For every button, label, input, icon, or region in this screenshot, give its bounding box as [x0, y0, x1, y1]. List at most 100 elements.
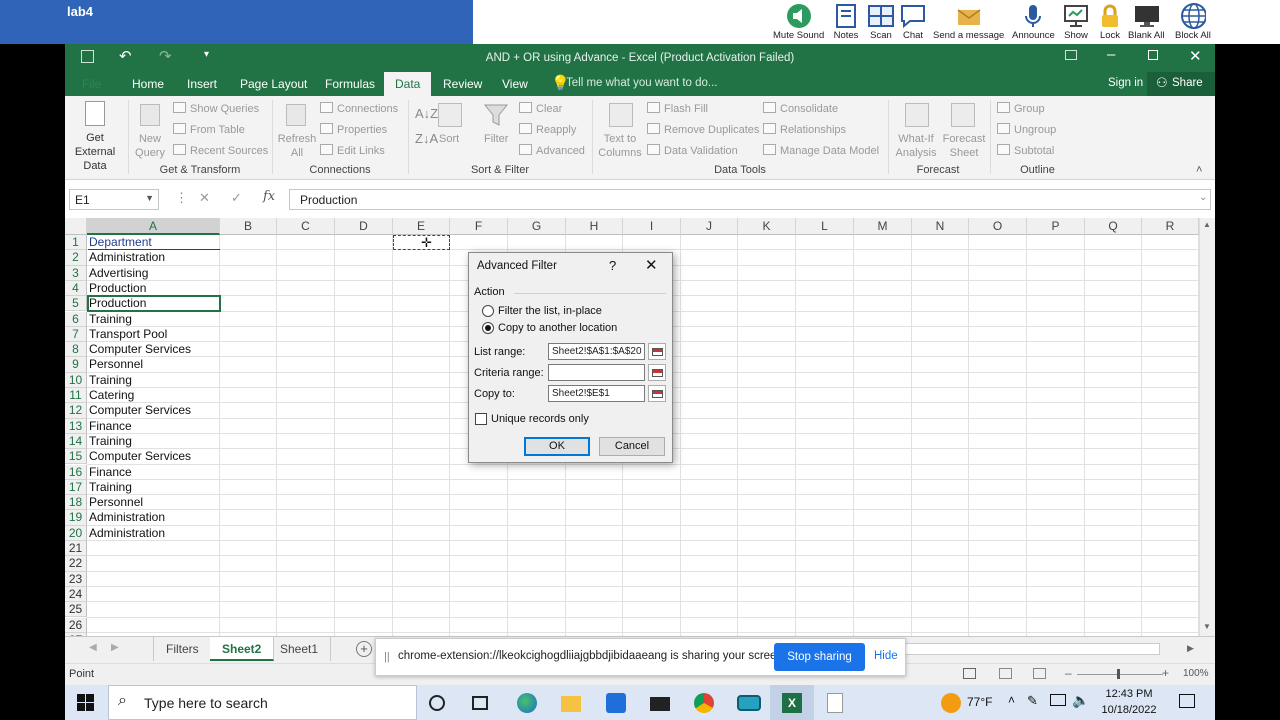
cell-a7[interactable]: Transport Pool	[88, 327, 220, 342]
zoom-thumb[interactable]	[1117, 669, 1120, 679]
sort-za-icon[interactable]: Z↓A	[415, 131, 438, 146]
close-icon[interactable]: ✕	[1189, 47, 1202, 65]
store-icon[interactable]	[606, 693, 626, 713]
cell-a13[interactable]: Finance	[88, 419, 220, 434]
lock-button[interactable]: Lock	[1097, 2, 1123, 41]
sheet-prev-icon[interactable]: ◀	[89, 642, 97, 653]
recent-sources-button[interactable]: Recent Sources	[173, 144, 268, 157]
sheet-tab-sheet1[interactable]: Sheet1	[268, 637, 332, 661]
unique-records-checkbox[interactable]	[475, 413, 487, 425]
page-layout-view-icon[interactable]	[999, 668, 1012, 679]
tab-data[interactable]: Data	[384, 72, 432, 96]
pen-icon[interactable]: ✎	[1027, 693, 1038, 709]
column-header-m[interactable]: M	[854, 218, 912, 235]
properties-button[interactable]: Properties	[320, 123, 387, 136]
copy-to-location-label[interactable]: Copy to another location	[498, 322, 617, 334]
select-all-corner[interactable]	[65, 218, 87, 235]
remote-app-icon[interactable]	[737, 695, 761, 711]
manage-data-model-button[interactable]: Manage Data Model	[763, 144, 879, 157]
restore-icon[interactable]	[1148, 50, 1158, 60]
row-header-26[interactable]: 26	[65, 617, 87, 633]
radio-filter-in-place[interactable]	[482, 305, 494, 317]
enter-icon[interactable]: ✓	[231, 190, 242, 206]
tell-me-box[interactable]: Tell me what you want to do...	[566, 77, 718, 89]
tab-insert[interactable]: Insert	[187, 77, 217, 91]
clock-date[interactable]: 10/18/2022	[1099, 704, 1159, 716]
row-header-12[interactable]: 12	[65, 403, 87, 419]
cell-a3[interactable]: Advertising	[88, 266, 220, 281]
add-sheet-icon[interactable]: +	[356, 641, 372, 657]
column-header-a[interactable]: A	[87, 218, 220, 235]
cell-a6[interactable]: Training	[88, 312, 220, 327]
zoom-level[interactable]: 100%	[1183, 668, 1209, 679]
criteria-range-input[interactable]	[548, 364, 645, 381]
windows-start-icon[interactable]	[77, 694, 97, 714]
selected-cell-a5[interactable]	[87, 295, 221, 313]
tab-review[interactable]: Review	[443, 77, 482, 91]
chat-button[interactable]: Chat	[900, 2, 926, 41]
notes-button[interactable]: Notes	[833, 2, 859, 41]
relationships-button[interactable]: Relationships	[763, 123, 846, 136]
page-break-view-icon[interactable]	[1033, 668, 1046, 679]
list-range-collapse-button[interactable]	[648, 343, 666, 360]
what-if-analysis-button[interactable]: What-If Analysis	[891, 132, 941, 160]
normal-view-icon[interactable]	[963, 668, 976, 679]
ok-button[interactable]: OK	[524, 437, 590, 456]
clock-time[interactable]: 12:43 PM	[1099, 688, 1159, 700]
forecast-sheet-button[interactable]: Forecast Sheet	[941, 132, 987, 160]
column-header-b[interactable]: B	[220, 218, 277, 235]
new-query-button[interactable]: New Query	[130, 132, 170, 160]
row-header-18[interactable]: 18	[65, 495, 87, 511]
clear-button[interactable]: Clear	[519, 102, 562, 115]
row-header-6[interactable]: 6	[65, 311, 87, 327]
taskbar-search-box[interactable]: Type here to search	[108, 685, 417, 720]
tab-home[interactable]: Home	[132, 77, 164, 91]
cell-a14[interactable]: Training	[88, 434, 220, 449]
copy-to-input[interactable]: Sheet2!$E$1	[548, 385, 645, 402]
row-header-11[interactable]: 11	[65, 388, 87, 404]
column-header-l[interactable]: L	[796, 218, 854, 235]
zoom-out-icon[interactable]: –	[1065, 666, 1072, 680]
advanced-button[interactable]: Advanced	[519, 144, 585, 157]
insert-function-icon[interactable]: fx	[263, 189, 275, 204]
tab-file[interactable]: File	[82, 77, 101, 91]
zoom-slider[interactable]	[1077, 674, 1163, 675]
row-header-1[interactable]: 1	[65, 235, 87, 251]
row-header-19[interactable]: 19	[65, 510, 87, 526]
radio-copy-to-location[interactable]	[482, 322, 494, 334]
column-header-i[interactable]: I	[623, 218, 681, 235]
announce-button[interactable]: Announce	[1012, 2, 1055, 41]
row-header-16[interactable]: 16	[65, 464, 87, 480]
row-header-22[interactable]: 22	[65, 556, 87, 572]
row-header-14[interactable]: 14	[65, 433, 87, 450]
show-queries-button[interactable]: Show Queries	[173, 102, 259, 115]
zoom-in-icon[interactable]: +	[1162, 666, 1169, 680]
scroll-down-icon[interactable]: ▼	[1203, 622, 1211, 631]
cell-a20[interactable]: Administration	[88, 526, 220, 541]
cell-a11[interactable]: Catering	[88, 388, 220, 403]
cell-a19[interactable]: Administration	[88, 510, 220, 525]
row-header-20[interactable]: 20	[65, 525, 87, 541]
network-icon[interactable]	[1050, 694, 1066, 706]
volume-icon[interactable]: 🔈	[1072, 692, 1089, 709]
column-header-o[interactable]: O	[969, 218, 1027, 235]
name-box[interactable]: E1 ▼	[69, 189, 159, 210]
cell-a15[interactable]: Computer Services	[88, 449, 220, 464]
copy-to-collapse-button[interactable]	[648, 385, 666, 402]
connections-button[interactable]: Connections	[320, 102, 398, 115]
row-header-4[interactable]: 4	[65, 280, 87, 297]
row-header-24[interactable]: 24	[65, 586, 87, 603]
document-icon[interactable]	[827, 693, 843, 713]
mail-icon[interactable]	[650, 697, 670, 711]
task-view-icon[interactable]	[429, 695, 445, 711]
minimize-icon[interactable]: –	[1107, 46, 1115, 63]
name-box-dropdown-icon[interactable]: ▼	[145, 193, 154, 203]
file-explorer-icon[interactable]	[561, 696, 581, 712]
horizontal-scrollbar[interactable]	[905, 643, 1160, 655]
send-message-button[interactable]: Send a message	[933, 2, 1004, 41]
tab-view[interactable]: View	[502, 77, 528, 91]
column-header-g[interactable]: G	[508, 218, 566, 235]
cell-a12[interactable]: Computer Services	[88, 403, 220, 418]
notifications-icon[interactable]	[1179, 694, 1195, 708]
row-header-8[interactable]: 8	[65, 342, 87, 358]
